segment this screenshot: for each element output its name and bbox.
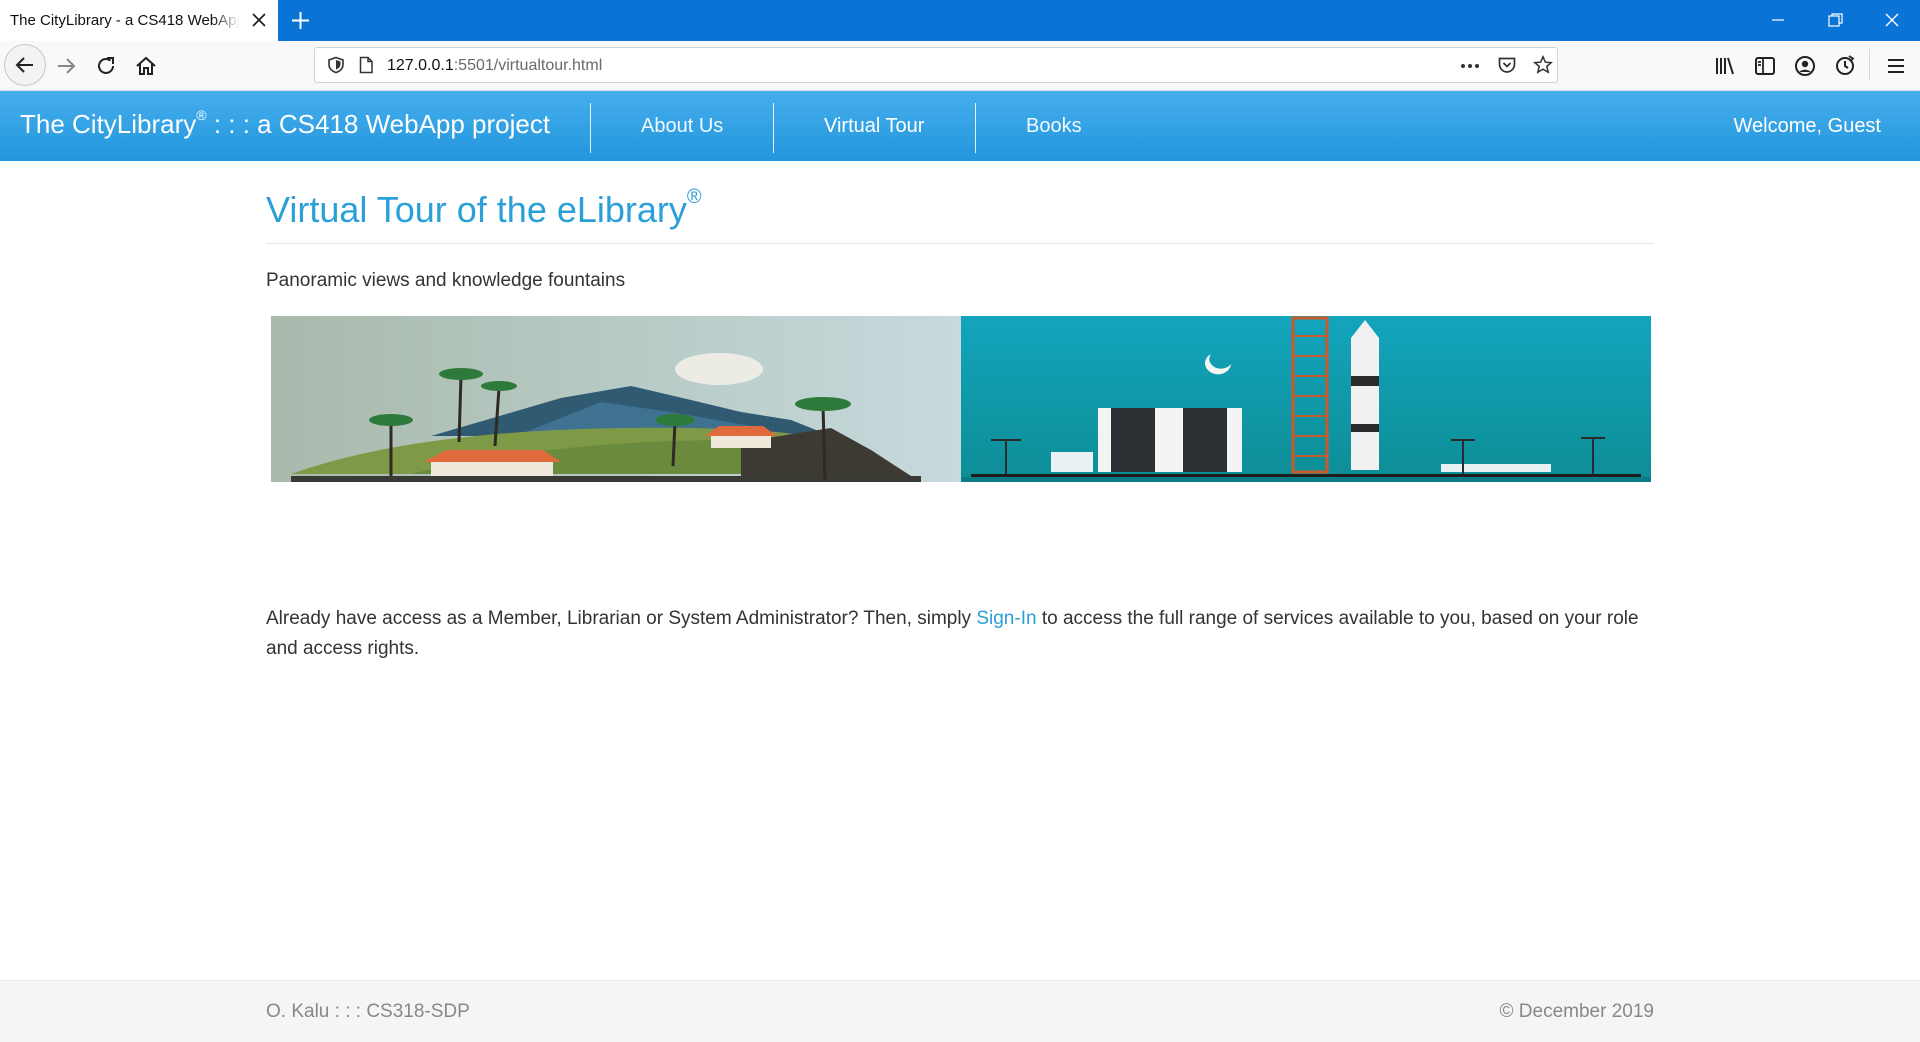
forward-arrow-icon[interactable]: [54, 54, 78, 78]
page-title-text: Virtual Tour of the eLibrary: [266, 189, 687, 230]
brand-suffix: : : : a CS418 WebApp project: [206, 109, 551, 139]
minimize-icon[interactable]: [1766, 8, 1790, 32]
url-path: :5501/virtualtour.html: [453, 57, 603, 74]
pocket-icon[interactable]: [1497, 55, 1517, 75]
sidebar-icon[interactable]: [1753, 54, 1777, 78]
page-icon[interactable]: [357, 56, 375, 74]
back-arrow-icon: [15, 57, 33, 73]
title-divider: [266, 243, 1654, 244]
nav-divider: [975, 103, 976, 153]
more-dots-icon[interactable]: [1459, 57, 1481, 75]
shield-icon[interactable]: [327, 56, 345, 74]
new-tab-plus-icon[interactable]: [290, 10, 311, 31]
url-bar[interactable]: 127.0.0.1:5501/virtualtour.html: [314, 47, 1558, 83]
toolbar-divider: [1869, 49, 1870, 81]
tab-title: The CityLibrary - a CS418 WebApp project: [10, 12, 240, 29]
close-icon[interactable]: [250, 11, 268, 29]
restore-icon[interactable]: [1823, 8, 1847, 32]
back-button[interactable]: [4, 44, 46, 86]
title-registered-mark: ®: [686, 186, 702, 208]
main-content: Virtual Tour of the eLibrary® Panoramic …: [266, 161, 1654, 659]
nav-about-us[interactable]: About Us: [641, 115, 723, 138]
nav-books[interactable]: Books: [1026, 115, 1082, 138]
signin-prompt-before: Already have access as a Member, Librari…: [266, 608, 977, 629]
site-navbar: The CityLibrary® : : : a CS418 WebApp pr…: [0, 91, 1920, 161]
star-icon[interactable]: [1533, 55, 1553, 75]
url-text[interactable]: 127.0.0.1:5501/virtualtour.html: [387, 57, 602, 75]
home-icon[interactable]: [134, 54, 158, 78]
brand-name: The CityLibrary: [20, 109, 197, 139]
hamburger-menu-icon[interactable]: [1884, 54, 1908, 78]
account-icon[interactable]: [1793, 54, 1817, 78]
panorama-banner-image: [271, 316, 1651, 482]
nav-virtual-tour[interactable]: Virtual Tour: [824, 115, 924, 138]
welcome-message: Welcome, Guest: [1733, 115, 1881, 137]
page-subtitle: Panoramic views and knowledge fountains: [266, 270, 626, 291]
brand-registered-mark: ®: [196, 107, 207, 124]
brand-title[interactable]: The CityLibrary® : : : a CS418 WebApp pr…: [20, 107, 551, 140]
browser-tab[interactable]: The CityLibrary - a CS418 WebApp project: [0, 0, 278, 41]
signin-link[interactable]: Sign-In: [976, 608, 1036, 629]
site-footer: O. Kalu : : : CS318-SDP © December 2019: [0, 980, 1920, 1042]
browser-toolbar: 127.0.0.1:5501/virtualtour.html: [0, 41, 1920, 91]
nav-divider: [773, 103, 774, 153]
window-close-icon[interactable]: [1880, 8, 1904, 32]
library-icon[interactable]: [1713, 54, 1737, 78]
footer-copyright: © December 2019: [1499, 1001, 1654, 1022]
page-title: Virtual Tour of the eLibrary®: [266, 181, 1654, 232]
browser-tabstrip: The CityLibrary - a CS418 WebApp project: [0, 0, 1920, 41]
reload-icon[interactable]: [94, 54, 118, 78]
sync-icon[interactable]: [1833, 54, 1857, 78]
nav-divider: [590, 103, 591, 153]
signin-prompt-text: Already have access as a Member, Librari…: [266, 604, 1654, 664]
url-host: 127.0.0.1: [387, 57, 454, 74]
footer-author: O. Kalu : : : CS318-SDP: [266, 1001, 470, 1022]
